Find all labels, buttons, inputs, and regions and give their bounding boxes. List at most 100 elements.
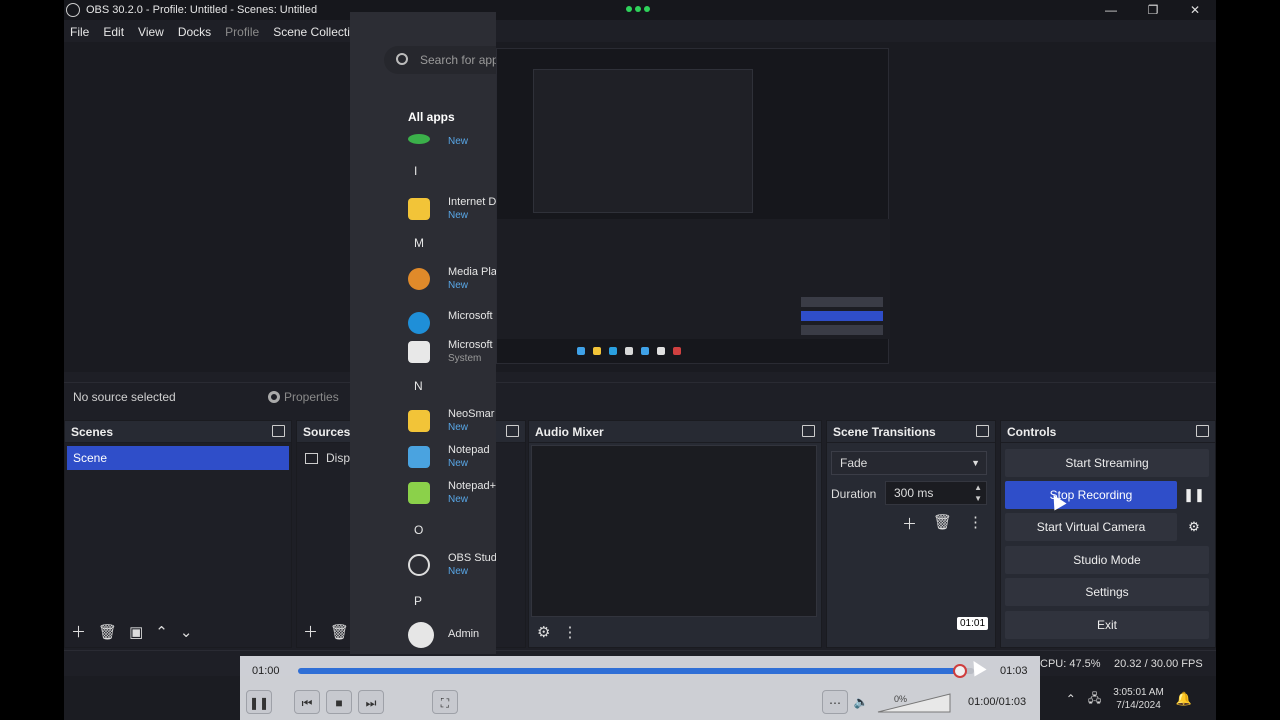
gear-icon[interactable]: ⚙	[1181, 513, 1207, 541]
notification-icon[interactable]: 🔔	[1176, 691, 1192, 707]
volume-slider[interactable]: 0%	[876, 692, 952, 714]
properties-button[interactable]: Properties	[268, 390, 339, 404]
menu-file[interactable]: File	[70, 22, 89, 42]
app-item[interactable]: Microsoft	[408, 308, 496, 338]
fullscreen-button[interactable]: ⛶	[432, 690, 458, 714]
studio-mode-button[interactable]: Studio Mode	[1005, 546, 1209, 574]
app-item[interactable]: NeoSmar New	[408, 406, 496, 436]
app-name: Microsoft	[448, 310, 493, 322]
app-name: Internet D	[448, 196, 496, 208]
notepad-plus-icon	[408, 482, 430, 504]
thumbnail-stop-button	[801, 311, 883, 321]
clock-date: 7/14/2024	[1116, 700, 1161, 711]
letter-heading[interactable]: O	[414, 523, 423, 537]
thumbnail-taskbar	[577, 347, 681, 355]
chevron-up-icon[interactable]: ⌃	[1066, 692, 1076, 706]
letter-heading[interactable]: M	[414, 236, 424, 250]
letter-heading[interactable]: I	[414, 164, 417, 178]
app-sub: New	[448, 566, 469, 577]
start-streaming-button[interactable]: Start Streaming	[1005, 449, 1209, 477]
scene-transitions-title: Scene Transitions	[833, 424, 936, 439]
scenes-list: Scene ＋ 🗑 ▣ ⌃ ⌄	[65, 443, 291, 647]
undock-icon[interactable]	[272, 425, 285, 437]
pause-recording-icon[interactable]: ❚❚	[1181, 481, 1207, 509]
menu-docks[interactable]: Docks	[178, 22, 211, 42]
scene-item[interactable]: Scene	[67, 446, 289, 470]
spinner-icon[interactable]: ▲ ▼	[974, 482, 982, 504]
more-icon[interactable]: ⋮	[968, 513, 983, 534]
clock-time: 3:05:01 AM	[1113, 687, 1164, 698]
app-sub: New	[448, 136, 469, 147]
volume-icon[interactable]: 🔈	[848, 690, 874, 714]
undock-icon[interactable]	[976, 425, 989, 437]
audio-mixer-area	[531, 445, 817, 617]
app-item[interactable]: Media Pla New	[408, 264, 496, 294]
move-down-icon[interactable]: ⌄	[180, 625, 193, 641]
app-item[interactable]: Internet D New	[408, 194, 496, 224]
seek-bar[interactable]	[298, 664, 974, 678]
app-item[interactable]: Notepad New	[408, 442, 496, 472]
network-icon[interactable]: 🖧	[1088, 689, 1101, 710]
stop-button[interactable]: ■	[326, 690, 352, 714]
app-item[interactable]: New	[408, 130, 496, 160]
move-up-icon[interactable]: ⌃	[155, 625, 168, 641]
fps-readout: 20.32 / 30.00 FPS	[1114, 658, 1203, 670]
duration-input[interactable]: 300 ms ▲ ▼	[885, 481, 987, 505]
app-name: Notepad+	[448, 480, 496, 492]
window-title: OBS 30.2.0 - Profile: Untitled - Scenes:…	[86, 4, 318, 16]
maximize-button[interactable]: ❐	[1132, 0, 1174, 20]
more-button[interactable]: ⋯	[822, 690, 848, 714]
trash-icon[interactable]: 🗑	[98, 625, 117, 641]
app-item[interactable]: Microsoft System	[408, 337, 496, 367]
gear-icon	[268, 391, 280, 403]
exit-button[interactable]: Exit	[1005, 611, 1209, 639]
cpu-usage: CPU: 47.5%	[1040, 658, 1101, 670]
clock[interactable]: 3:05:01 AM 7/14/2024	[1113, 686, 1164, 712]
menu-view[interactable]: View	[138, 22, 164, 42]
status-dots-icon	[626, 6, 650, 12]
folder-icon	[408, 198, 430, 220]
seek-handle[interactable]	[953, 664, 968, 678]
add-icon[interactable]: ＋	[902, 513, 917, 534]
system-tray: ⌃ 🖧 3:05:01 AM 7/14/2024 🔔	[1066, 686, 1192, 712]
app-item[interactable]: Notepad+ New	[408, 478, 496, 508]
minimize-button[interactable]: —	[1090, 0, 1132, 20]
thumbnail-window-top	[533, 69, 753, 213]
gear-icon[interactable]: ⚙	[537, 625, 550, 641]
undock-icon[interactable]	[1196, 425, 1209, 437]
add-icon[interactable]: ＋	[303, 625, 318, 641]
letter-heading[interactable]: N	[414, 379, 423, 393]
close-button[interactable]: ✕	[1174, 0, 1216, 20]
mixer-toolbar: ⚙ ⋮	[537, 625, 577, 641]
start-virtual-camera-button[interactable]: Start Virtual Camera	[1005, 513, 1177, 541]
trash-icon[interactable]: 🗑	[933, 513, 952, 534]
scenes-dock: Scenes Scene ＋ 🗑 ▣ ⌃ ⌄	[64, 420, 292, 648]
undock-icon[interactable]	[802, 425, 815, 437]
pause-button[interactable]: ❚❚	[246, 690, 272, 714]
settings-button[interactable]: Settings	[1005, 578, 1209, 606]
folder-icon	[408, 410, 430, 432]
seek-bar-fill	[298, 668, 961, 674]
menu-edit[interactable]: Edit	[103, 22, 124, 42]
transition-select[interactable]: Fade ▼	[831, 451, 987, 475]
undock-icon[interactable]	[506, 425, 519, 437]
transition-toolbar: ＋ 🗑 ⋮	[902, 513, 983, 534]
add-icon[interactable]: ＋	[71, 625, 86, 641]
skip-forward-button[interactable]: ⏭	[358, 690, 384, 714]
avatar	[408, 622, 434, 648]
more-icon[interactable]: ⋮	[562, 625, 577, 641]
source-toolbar: No source selected Properties	[64, 382, 1216, 410]
trash-icon[interactable]: 🗑	[330, 625, 349, 641]
search-input[interactable]: Search for apps	[384, 46, 496, 74]
player-position: 01:00/01:03	[968, 696, 1027, 708]
filter-icon[interactable]: ▣	[129, 625, 143, 641]
chrome-icon	[408, 134, 430, 144]
letter-heading[interactable]: P	[414, 594, 422, 608]
user-item[interactable]: Admin	[408, 620, 496, 650]
start-menu: Search for apps All apps New I Internet …	[350, 12, 496, 654]
menu-profile[interactable]: Profile	[225, 22, 259, 42]
stop-recording-button[interactable]: Stop Recording	[1005, 481, 1177, 509]
seek-tooltip: 01:01	[957, 617, 989, 630]
skip-back-button[interactable]: ⏮	[294, 690, 320, 714]
app-item[interactable]: OBS Studi New	[408, 550, 496, 580]
